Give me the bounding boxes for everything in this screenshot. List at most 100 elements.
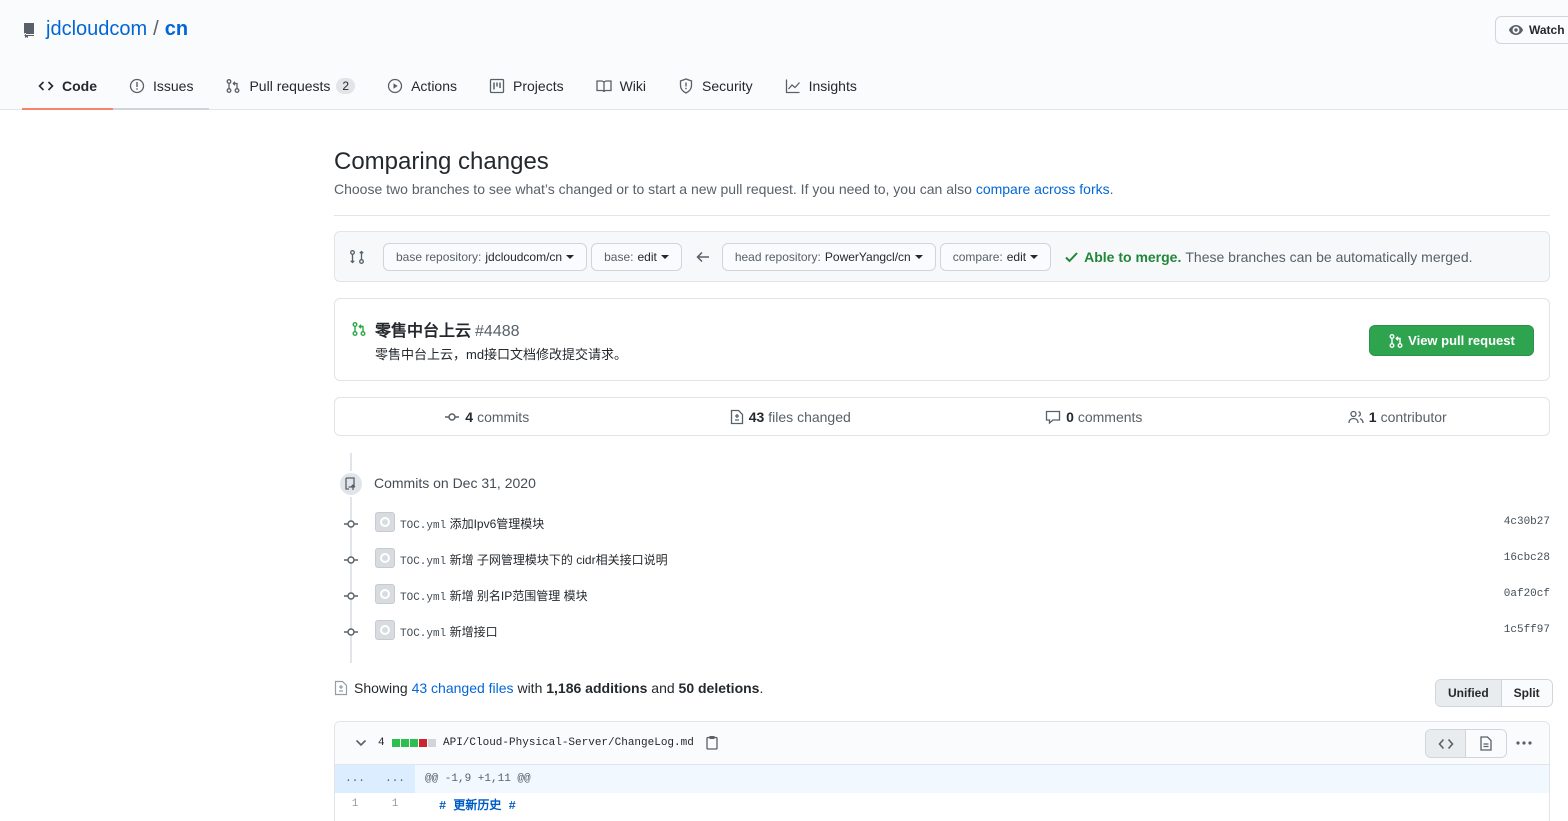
showing-label: Showing [354,680,408,696]
diffstat-block-added [401,739,409,747]
commit-message[interactable]: TOC.yml 添加Ipv6管理模块 [400,515,544,532]
comments-tab[interactable]: 0 comments [942,398,1246,435]
base-repository-label: base repository: [396,249,482,264]
commit-sha[interactable]: 4c30b27 [1504,516,1550,528]
commit-message[interactable]: TOC.yml 新增 子网管理模块下的 cidr相关接口说明 [400,551,668,568]
compare-across-forks-link[interactable]: compare across forks [976,181,1110,197]
repo-title: jdcloudcom / cn [22,18,188,41]
tab-insights[interactable]: Insights [769,64,873,110]
merge-status: Able to merge. These branches can be aut… [1065,249,1473,265]
base-repository-select[interactable]: base repository: jdcloudcom/cn [383,242,588,271]
tab-issues[interactable]: Issues [113,64,210,110]
tab-actions[interactable]: Actions [371,64,473,110]
head-repository-label: head repository: [734,249,821,264]
avatar[interactable] [375,620,395,640]
caret-down-icon [1030,254,1039,259]
diffstat-block-neutral [428,739,436,747]
comments-label: comments [1077,408,1143,425]
view-pull-request-label: View pull request [1408,333,1515,348]
line-code: # 更新历史 # [439,798,516,813]
avatar[interactable] [375,512,395,532]
changed-files-link[interactable]: 43 changed files [412,680,514,696]
repo-header: jdcloudcom / cn Watch Code Issues Pull r… [0,0,1568,110]
check-icon [1065,251,1078,262]
arrow-left-icon [696,250,710,264]
pull-request-title-text[interactable]: 零售中台上云 [375,323,471,340]
git-commit-icon [344,556,358,564]
unified-view-button[interactable]: Unified [1436,680,1502,706]
clippy-icon[interactable] [706,735,718,750]
commit-sha[interactable]: 1c5ff97 [1504,624,1550,636]
pull-request-title[interactable]: 零售中台上云 #4488 [375,317,520,341]
contributors-label: contributor [1380,408,1447,425]
rich-diff-button[interactable] [1466,730,1506,757]
repo-owner-link[interactable]: jdcloudcom [46,18,147,41]
watch-label: Watch [1529,23,1565,37]
files-changed-count: 43 [748,408,765,425]
summary-end: . [759,680,764,696]
commit-row: TOC.yml 添加Ipv6管理模块 4c30b27 [334,512,1550,536]
git-commit-icon [344,592,358,600]
contributors-tab[interactable]: 1 contributor [1246,398,1550,435]
chevron-down-icon[interactable] [355,738,367,748]
tab-label: Pull requests [249,78,331,94]
repo-tabs: Code Issues Pull requests 2 Actions Proj… [22,64,873,110]
commit-message[interactable]: TOC.yml 新增接口 [400,623,498,640]
git-pull-request-icon [1389,333,1403,348]
watch-button[interactable]: Watch [1495,16,1568,44]
tab-label: Insights [808,78,857,94]
tab-projects[interactable]: Projects [473,64,580,110]
new-line-number[interactable]: 1 [375,798,415,810]
commit-row: TOC.yml 新增 子网管理模块下的 cidr相关接口说明 16cbc28 [334,548,1550,572]
files-changed-tab[interactable]: 43 files changed [639,398,943,435]
tab-label: Issues [153,78,194,94]
git-commit-icon [344,628,358,636]
source-diff-button[interactable] [1426,730,1466,757]
base-branch-select[interactable]: base: edit [591,242,682,271]
expand-down-button[interactable]: ... [375,765,415,793]
tab-wiki[interactable]: Wiki [580,64,662,110]
shield-icon [679,78,693,94]
commits-tab[interactable]: 4 commits [335,398,639,435]
project-icon [489,78,505,94]
tab-security[interactable]: Security [662,64,769,110]
avatar[interactable] [375,548,395,568]
file-header: 4 API/Cloud-Physical-Server/ChangeLog.md [335,722,1549,765]
base-branch-value: edit [637,249,657,264]
diff-line-count: 4 [378,737,385,749]
file-diff-icon [730,409,743,424]
range-editor: base repository: jdcloudcom/cn base: edit … [334,231,1550,282]
tab-code[interactable]: Code [22,64,113,110]
file-view-buttons [1425,729,1507,758]
commit-message[interactable]: TOC.yml 新增 别名IP范围管理 模块 [400,587,588,604]
split-view-button[interactable]: Split [1501,680,1552,706]
and-label: and [651,680,675,696]
issue-opened-icon [129,78,145,94]
code-icon [1437,738,1454,749]
repo-name-link[interactable]: cn [165,18,188,41]
compare-branch-select[interactable]: compare: edit [939,242,1052,271]
tab-label: Security [702,78,753,94]
switch-icon[interactable] [349,249,365,265]
kebab-horizontal-icon[interactable] [1515,735,1533,751]
commits-count: 4 [465,408,474,425]
head-repository-select[interactable]: head repository: PowerYangcl/cn [721,242,936,271]
old-line-number[interactable]: 1 [335,798,375,810]
deletions-count: 50 deletions [678,680,760,696]
tab-pull-requests[interactable]: Pull requests 2 [209,64,371,110]
view-pull-request-button[interactable]: View pull request [1369,325,1534,356]
avatar[interactable] [375,584,395,604]
code-icon [38,81,54,91]
caret-down-icon [660,254,669,259]
description-text: Choose two branches to see what’s change… [334,181,972,197]
expand-up-button[interactable]: ... [335,765,375,793]
compare-branch-value: edit [1006,249,1027,264]
diff-hunk-header: ... ... @@ -1,9 +1,11 @@ [335,765,1549,793]
git-commit-icon [344,520,358,528]
commit-sha[interactable]: 0af20cf [1504,588,1550,600]
commit-sha[interactable]: 16cbc28 [1504,552,1550,564]
tab-label: Actions [411,78,458,94]
commit-row: TOC.yml 新增 别名IP范围管理 模块 0af20cf [334,584,1550,608]
file-path-link[interactable]: API/Cloud-Physical-Server/ChangeLog.md [443,737,694,749]
diff-summary: Showing 43 changed files with 1,186 addi… [334,680,763,696]
